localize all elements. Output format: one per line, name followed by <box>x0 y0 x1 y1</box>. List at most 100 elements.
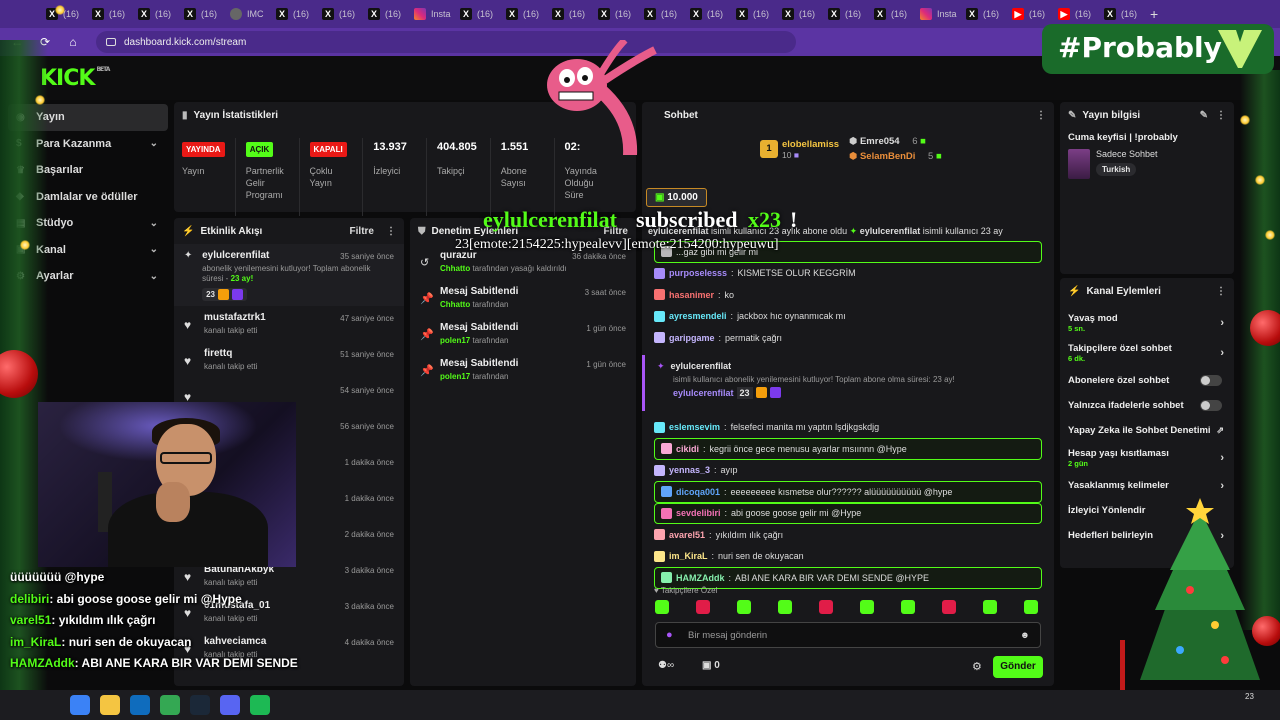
gifter-name[interactable]: Emre054 <box>860 136 900 147</box>
browser-tab[interactable]: X (16) <box>270 0 316 28</box>
chat-username[interactable]: hasanimer <box>669 290 714 300</box>
overlay-text: üüüüüüü @hype <box>10 570 105 584</box>
browser-tab[interactable]: IMC <box>224 0 270 28</box>
category-name[interactable]: Sadece Sohbet <box>1096 149 1158 159</box>
chat-input[interactable]: ● Bir mesaj gönderin ☻ <box>655 622 1041 648</box>
browser-tab[interactable]: X (16) <box>132 0 178 28</box>
edit-icon[interactable]: ✎ <box>1200 110 1208 121</box>
channel-action-row[interactable]: Yapay Zeka ile Sohbet Denetimi ⇗ <box>1060 418 1234 443</box>
community-icon[interactable]: ⚉∞ <box>658 660 674 671</box>
more-icon[interactable]: ⋮ <box>1216 286 1226 297</box>
more-icon[interactable]: ⋮ <box>386 226 396 237</box>
alert-text: subscribed <box>636 207 738 232</box>
chat-username[interactable]: garipgame <box>669 333 715 343</box>
chat-username[interactable]: dicoqa001 <box>676 487 720 497</box>
steam-icon[interactable] <box>190 695 210 715</box>
panel-title: Yayın bilgisi <box>1082 109 1141 121</box>
browser-tab[interactable]: X (16) <box>638 0 684 28</box>
browser-tab[interactable]: X (16) <box>500 0 546 28</box>
browser-tab[interactable]: X (16) <box>684 0 730 28</box>
channel-action-row[interactable]: Yavaş mod 5 sn. › <box>1060 308 1234 338</box>
moderator-name[interactable]: Chhatto <box>440 264 470 273</box>
gifter-name[interactable]: elobellamiss <box>782 139 839 150</box>
moderator-name[interactable]: polen17 <box>440 372 470 381</box>
browser-tab[interactable]: X (16) <box>454 0 500 28</box>
chat-message: yennas_3: ayıp <box>642 460 1054 482</box>
browser-tab[interactable]: X (16) <box>592 0 638 28</box>
channel-action-row[interactable]: Abonelere özel sohbet <box>1060 368 1234 393</box>
chat-username[interactable]: yennas_3 <box>669 465 710 475</box>
chat-username[interactable]: eslemsevim <box>669 422 720 432</box>
chat-username[interactable]: eylulcerenfilat <box>671 361 732 371</box>
browser-tab[interactable]: X (16) <box>960 0 1006 28</box>
kicks-badge[interactable]: ▣ 10.000 <box>646 188 707 207</box>
badge-icon <box>654 464 665 476</box>
browser-tab[interactable]: X (16) <box>362 0 408 28</box>
filter-button[interactable]: Filtre <box>350 226 374 237</box>
home-icon[interactable]: ⌂ <box>62 31 84 53</box>
emoji-icon[interactable]: ☻ <box>1020 630 1030 641</box>
windows-icon[interactable] <box>70 695 90 715</box>
browser-tab[interactable]: X (16) <box>546 0 592 28</box>
chrome-icon[interactable] <box>160 695 180 715</box>
explorer-icon[interactable] <box>100 695 120 715</box>
more-icon[interactable]: ⋮ <box>1216 110 1226 121</box>
emote-icon[interactable] <box>655 600 669 614</box>
channel-action-row[interactable]: Hesap yaşı kısıtlaması 2 gün › <box>1060 443 1234 473</box>
browser-tab[interactable]: X (16) <box>868 0 914 28</box>
chat-username[interactable]: HAMZAddk <box>676 573 725 583</box>
points-display[interactable]: ▣ 0 <box>702 660 720 671</box>
chat-settings-icon[interactable]: ⚙ <box>972 660 982 673</box>
browser-tab[interactable]: Insta <box>914 0 960 28</box>
more-icon[interactable]: ⋮ <box>1036 110 1046 121</box>
category-thumbnail[interactable] <box>1068 149 1090 179</box>
browser-tab[interactable]: X (16) <box>316 0 362 28</box>
chat-username[interactable]: eylulcerenfilat <box>673 388 734 398</box>
discord-icon[interactable] <box>220 695 240 715</box>
channel-action-row[interactable]: Takipçilere özel sohbet 6 dk. › <box>1060 338 1234 368</box>
tag-chip[interactable]: Turkish <box>1096 163 1137 176</box>
spotify-icon[interactable] <box>250 695 270 715</box>
stream-title: Cuma keyfisi | !probably <box>1068 132 1178 143</box>
chat-username[interactable]: avarel51 <box>669 530 705 540</box>
emote-icon[interactable] <box>901 600 915 614</box>
new-tab-button[interactable]: + <box>1144 6 1158 22</box>
toggle-switch[interactable] <box>1200 400 1222 411</box>
chat-username[interactable]: sevdelibiri <box>676 508 721 518</box>
site-info-icon[interactable] <box>106 38 116 46</box>
browser-tab[interactable]: X (16) <box>822 0 868 28</box>
brand-tag-overlay: #Probably <box>1042 24 1274 74</box>
browser-tab[interactable]: Insta <box>408 0 454 28</box>
chat-username[interactable]: ayresmendeli <box>669 311 727 321</box>
browser-tab[interactable]: ▶ (16) <box>1006 0 1052 28</box>
browser-tab[interactable]: X (16) <box>178 0 224 28</box>
light-bulb <box>20 240 30 250</box>
channel-action-row[interactable]: Yalnızca ifadelerle sohbet <box>1060 393 1234 418</box>
send-button[interactable]: Gönder <box>993 656 1043 678</box>
channel-action-label: Hesap yaşı kısıtlaması <box>1068 448 1169 459</box>
emote-icon[interactable] <box>737 600 751 614</box>
kick-logo[interactable]: KICK BETA <box>40 66 110 91</box>
browser-tab[interactable]: X (16) <box>776 0 822 28</box>
chat-username[interactable]: purposelesss <box>669 268 727 278</box>
follower-name[interactable]: firettq <box>204 348 257 359</box>
emote-icon[interactable] <box>778 600 792 614</box>
browser-tab[interactable]: X (16) <box>86 0 132 28</box>
moderator-name[interactable]: Chhatto <box>440 300 470 309</box>
url-field[interactable]: dashboard.kick.com/stream <box>96 31 796 53</box>
follower-name[interactable]: mustafaztrk1 <box>204 312 266 323</box>
mic-icon[interactable]: ● <box>666 629 673 641</box>
emote-icon[interactable] <box>860 600 874 614</box>
emote-icon[interactable] <box>819 600 833 614</box>
chat-username[interactable]: im_KiraL <box>669 551 708 561</box>
chat-username[interactable]: cikidi <box>676 444 699 454</box>
gifter-name[interactable]: SelamBenDi <box>860 151 915 162</box>
emote-icon[interactable] <box>1024 600 1038 614</box>
toggle-switch[interactable] <box>1200 375 1222 386</box>
emote-icon[interactable] <box>942 600 956 614</box>
browser-tab[interactable]: X (16) <box>730 0 776 28</box>
emote-icon[interactable] <box>983 600 997 614</box>
emote-icon[interactable] <box>696 600 710 614</box>
moderator-name[interactable]: polen17 <box>440 336 470 345</box>
outlook-icon[interactable] <box>130 695 150 715</box>
